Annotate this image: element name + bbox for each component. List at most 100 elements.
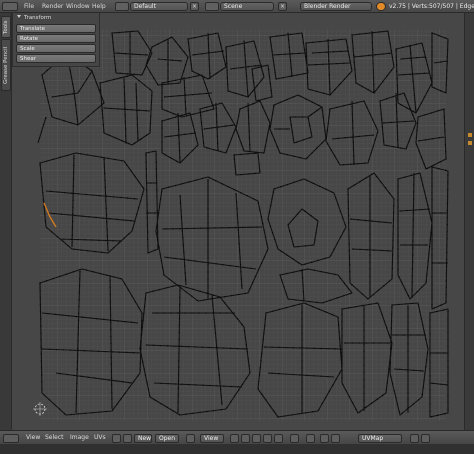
uv-vertex — [407, 385, 409, 387]
scale-button[interactable]: Scale — [16, 44, 96, 53]
uv-vertex — [361, 55, 363, 57]
uv-vertex — [74, 214, 76, 217]
uv-vertex — [83, 350, 86, 352]
uv-vertex — [304, 245, 306, 247]
uv-vertex — [392, 233, 394, 235]
face-select-icon[interactable] — [263, 434, 272, 443]
vertex-select-icon[interactable] — [241, 434, 250, 443]
uv-vertex — [413, 177, 415, 179]
uv-vertex — [417, 334, 419, 336]
uv-vertex — [371, 34, 373, 37]
uv-vertex — [183, 80, 185, 82]
properties-region-edge[interactable] — [464, 13, 474, 430]
translate-button[interactable]: Translate — [16, 24, 96, 33]
uv-vertex — [312, 182, 314, 184]
uv-vertex — [89, 317, 91, 319]
editor-type-icon[interactable] — [3, 434, 19, 443]
uv-vertex — [446, 216, 448, 219]
channels-icon[interactable] — [410, 434, 419, 443]
uv-vertex — [388, 36, 390, 38]
open-image-button[interactable]: Open — [155, 434, 179, 443]
uv-vertex — [213, 318, 215, 320]
transform-panel: Transform Translate Rotate Scale Shear — [12, 13, 100, 67]
uv-vertex — [105, 200, 107, 202]
edge-select-icon[interactable] — [252, 434, 261, 443]
uv-vertex — [181, 230, 183, 232]
uv-vertex — [389, 369, 391, 371]
uv-vertex — [372, 55, 374, 58]
uv-vertex — [67, 245, 69, 247]
uv-vertex — [243, 40, 245, 42]
menu-select[interactable]: Select — [45, 431, 64, 445]
status-line — [0, 444, 474, 454]
shear-button[interactable]: Shear — [16, 54, 96, 63]
uv-vertex — [39, 304, 41, 306]
render-engine-select[interactable]: Blender Render — [300, 2, 372, 11]
render-result-icon[interactable] — [421, 434, 430, 443]
menu-render[interactable]: Render — [42, 0, 63, 13]
uv-vertex — [184, 272, 186, 274]
island-select-icon[interactable] — [274, 434, 283, 443]
uv-vertex — [237, 318, 239, 320]
editor-type-icon[interactable] — [2, 2, 18, 11]
uv-vertex — [146, 381, 148, 383]
image-browse-icon[interactable] — [112, 434, 121, 443]
uv-vertex — [118, 351, 121, 353]
scene-field[interactable]: Scene — [220, 2, 274, 11]
snap-icon[interactable] — [320, 434, 329, 443]
scene-icon[interactable] — [205, 2, 219, 11]
close-icon[interactable]: × — [278, 2, 287, 11]
menu-uvs[interactable]: UVs — [94, 431, 106, 445]
uv-vertex — [223, 57, 225, 59]
uv-vertex — [136, 117, 138, 119]
image-pin-icon[interactable] — [123, 434, 132, 443]
uv-vertex — [327, 123, 329, 125]
menu-window[interactable]: Window — [66, 0, 90, 13]
view-mode-select[interactable]: View — [200, 434, 224, 443]
new-image-button[interactable]: New — [134, 434, 152, 443]
screen-layout-field[interactable]: Default — [130, 2, 188, 11]
menu-help[interactable]: Help — [92, 0, 106, 13]
panel-header[interactable]: Transform — [13, 13, 99, 23]
uv-vertex — [245, 105, 248, 107]
uv-vertex — [172, 285, 174, 287]
sticky-selection-icon[interactable] — [290, 434, 299, 443]
uv-vertex — [429, 333, 431, 335]
uv-vertex — [429, 319, 431, 321]
uv-vertex — [264, 318, 266, 320]
pivot-icon[interactable] — [186, 434, 195, 443]
uv-vertex — [59, 373, 61, 375]
uv-vertex — [350, 163, 352, 165]
uv-vertex — [429, 312, 431, 314]
tab-grease-pencil[interactable]: Grease Pencil — [1, 39, 11, 91]
uv-map-select[interactable]: UVMap — [358, 434, 402, 443]
uv-vertex — [125, 135, 127, 137]
uv-editor-canvas[interactable] — [12, 13, 464, 430]
uv-canvas-svg[interactable] — [12, 13, 464, 430]
uv-vertex — [348, 250, 350, 252]
sync-selection-icon[interactable] — [230, 434, 239, 443]
menu-view[interactable]: View — [26, 431, 40, 445]
uv-vertex — [292, 243, 294, 246]
uv-vertex — [391, 275, 393, 277]
screen-layout-icon[interactable] — [115, 2, 129, 11]
uv-vertex — [225, 55, 227, 58]
uv-vertex — [327, 348, 329, 350]
uv-vertex — [447, 346, 449, 348]
close-icon[interactable]: × — [190, 2, 199, 11]
snap-target-icon[interactable] — [331, 434, 340, 443]
uv-vertex — [112, 196, 115, 198]
uv-vertex — [152, 290, 154, 292]
tab-tools[interactable]: Tools — [1, 16, 11, 38]
rotate-button[interactable]: Rotate — [16, 34, 96, 43]
collapse-triangle-icon[interactable] — [17, 15, 21, 18]
uv-vertex — [125, 31, 127, 33]
uv-vertex — [262, 152, 264, 154]
uv-vertex — [170, 135, 172, 137]
uv-vertex — [167, 42, 169, 44]
menu-file[interactable]: File — [24, 0, 34, 13]
uv-vertex — [199, 111, 201, 113]
menu-image[interactable]: Image — [70, 431, 89, 445]
uv-vertex — [185, 413, 187, 415]
proportional-edit-icon[interactable] — [306, 434, 315, 443]
